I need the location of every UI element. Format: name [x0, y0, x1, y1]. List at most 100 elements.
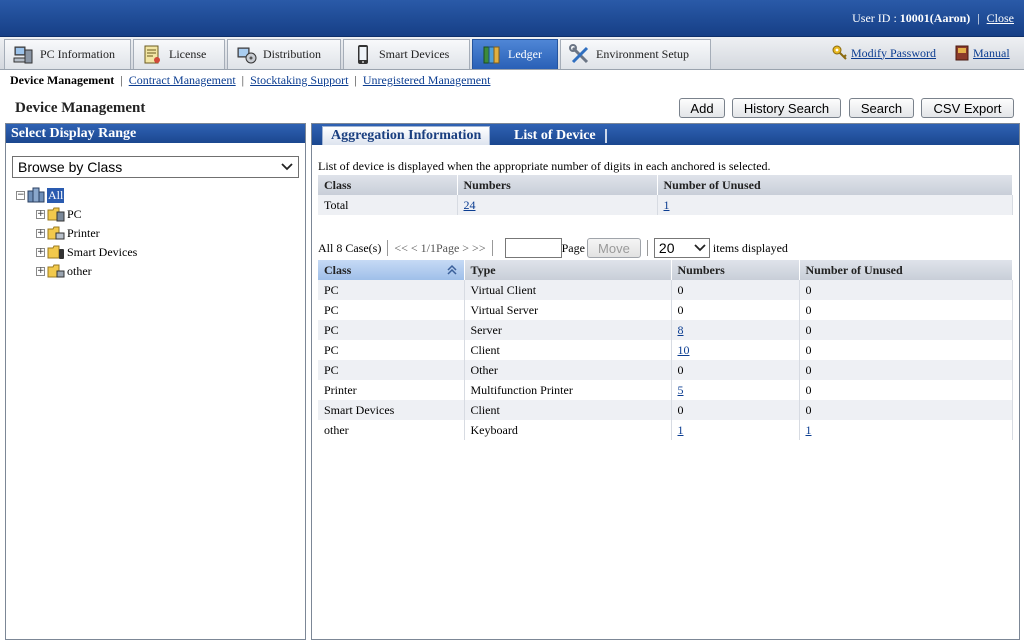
ledger-icon [481, 44, 503, 66]
tab-environment-setup[interactable]: Environment Setup [560, 39, 711, 69]
subnav-separator: | [120, 73, 123, 87]
header-separator: | [977, 11, 980, 25]
tree-node-pc[interactable]: + PC [36, 205, 82, 223]
tab-label: Environment Setup [596, 47, 689, 61]
summary-header-row: Class Numbers Number of Unused [318, 175, 1013, 195]
cell-numbers: 0 [671, 300, 800, 320]
tab-list-of-device[interactable]: List of Device [506, 126, 607, 145]
tab-ledger[interactable]: Ledger [472, 39, 558, 69]
tree-node-printer[interactable]: + Printer [36, 224, 100, 242]
close-link[interactable]: Close [987, 11, 1014, 25]
book-icon [954, 45, 970, 61]
cell-class: Printer [318, 380, 465, 400]
column-header: Number of Unused [657, 175, 1013, 195]
tab-label: Distribution [263, 47, 322, 61]
modify-password-link[interactable]: Modify Password [851, 46, 936, 61]
tab-distribution[interactable]: Distribution [227, 39, 341, 69]
chevron-down-icon [279, 158, 295, 176]
cell-numbers: 8 [671, 320, 800, 340]
cell-class: other [318, 420, 465, 440]
folder-other-icon [47, 263, 65, 279]
license-icon [142, 44, 164, 66]
tree-node-all[interactable]: − All [16, 186, 65, 204]
tree-label: Printer [67, 225, 100, 240]
move-button[interactable]: Move [586, 238, 641, 258]
cell-type: Client [464, 340, 672, 360]
cell-unused: 0 [799, 320, 1013, 340]
cell-unused: 0 [799, 340, 1013, 360]
cell-numbers: 5 [671, 380, 800, 400]
tab-license[interactable]: License [133, 39, 225, 69]
modify-password-link-wrap[interactable]: Modify Password [832, 45, 936, 61]
subnav-stocktaking-support[interactable]: Stocktaking Support [250, 73, 348, 87]
pager-divider [646, 240, 648, 256]
cell-numbers: 0 [671, 400, 800, 420]
column-header-class[interactable]: Class [318, 260, 465, 280]
page-number-input[interactable] [504, 238, 562, 258]
folder-printer-icon [47, 225, 65, 241]
history-search-button[interactable]: History Search [732, 98, 841, 118]
cell-numbers: 24 [457, 195, 658, 215]
tree-node-other[interactable]: + other [36, 262, 92, 280]
tree-node-smart-devices[interactable]: + Smart Devices [36, 243, 137, 261]
tab-pc-information[interactable]: PC Information [4, 39, 131, 69]
select-display-range-panel: Select Display Range Browse by Class − A… [5, 123, 306, 640]
collapse-icon[interactable]: − [16, 190, 25, 200]
cell-numbers: 0 [671, 360, 800, 380]
top-header: User ID : 10001(Aaron) | Close [0, 0, 1024, 37]
page-title: Device Management [15, 100, 146, 116]
subnav-contract-management[interactable]: Contract Management [129, 73, 236, 87]
column-header-unused: Number of Unused [799, 260, 1013, 280]
unused-link[interactable]: 1 [664, 198, 670, 212]
page-size-value: 20 [658, 240, 675, 256]
sort-ascending-icon[interactable] [446, 263, 458, 277]
expand-icon[interactable]: + [36, 228, 45, 238]
column-header-label: Class [324, 262, 352, 277]
cell-class: PC [318, 340, 465, 360]
cell-type: Other [464, 360, 672, 380]
user-id-label: User ID : [852, 11, 897, 25]
table-row: other Keyboard 1 1 [318, 420, 1013, 440]
cell-unused: 0 [799, 380, 1013, 400]
search-button[interactable]: Search [849, 98, 914, 118]
subnav-unregistered-management[interactable]: Unregistered Management [363, 73, 491, 87]
page-size-select[interactable]: 20 [653, 238, 710, 258]
cell-numbers: 0 [671, 280, 800, 300]
page-navigation[interactable]: << < 1/1Page > >> [394, 241, 485, 256]
summary-table: Class Numbers Number of Unused Total 24 … [318, 175, 1013, 215]
numbers-link[interactable]: 8 [678, 323, 684, 337]
expand-icon[interactable]: + [36, 266, 45, 276]
expand-icon[interactable]: + [36, 247, 45, 257]
detail-header-row: Class Type Numbers Number of Unused [318, 260, 1013, 280]
expand-icon[interactable]: + [36, 209, 45, 219]
unused-link[interactable]: 1 [806, 423, 812, 437]
subnav-separator: | [354, 73, 357, 87]
browse-by-value: Browse by Class [18, 159, 123, 175]
smart-device-icon [352, 44, 374, 66]
cell-unused: 0 [799, 300, 1013, 320]
cell-class: PC [318, 320, 465, 340]
manual-link[interactable]: Manual [973, 46, 1010, 61]
numbers-link[interactable]: 5 [678, 383, 684, 397]
tab-smart-devices[interactable]: Smart Devices [343, 39, 470, 69]
browse-by-select[interactable]: Browse by Class [12, 156, 299, 178]
numbers-link[interactable]: 10 [678, 343, 690, 357]
manual-link-wrap[interactable]: Manual [954, 45, 1010, 61]
tree-label: PC [67, 206, 82, 221]
distribution-icon [236, 44, 258, 66]
pager: All 8 Case(s) << < 1/1Page > >> Page Mov… [318, 237, 788, 259]
numbers-link[interactable]: 24 [464, 198, 476, 212]
column-header: Class [318, 175, 458, 195]
csv-export-button[interactable]: CSV Export [921, 98, 1014, 118]
subnav-separator: | [241, 73, 245, 87]
pc-icon [13, 44, 35, 66]
folder-pc-icon [47, 206, 65, 222]
cell-type: Keyboard [464, 420, 672, 440]
description-text: List of device is displayed when the app… [318, 159, 771, 173]
tab-aggregation-information[interactable]: Aggregation Information [322, 126, 491, 145]
add-button[interactable]: Add [679, 98, 725, 118]
main-nav: PC Information License Distribution Smar… [0, 37, 1024, 70]
cell-class: PC [318, 360, 465, 380]
numbers-link[interactable]: 1 [678, 423, 684, 437]
tab-label: Ledger [508, 47, 542, 61]
